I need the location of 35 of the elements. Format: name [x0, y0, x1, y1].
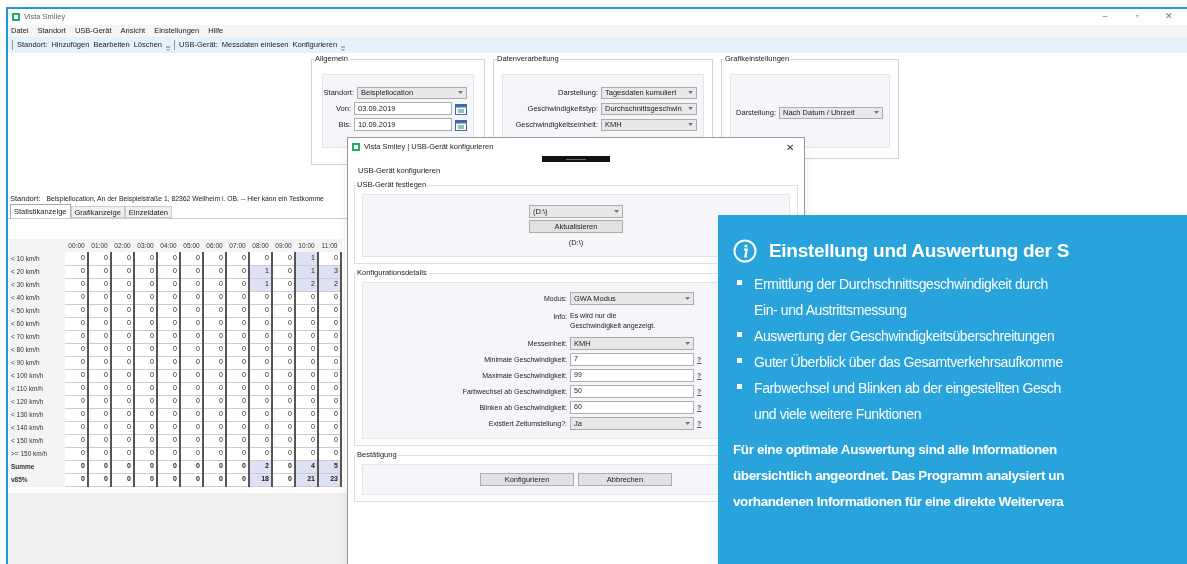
calendar-icon — [455, 118, 467, 131]
bullet-text: Farbwechsel und Blinken ab der eingestellten Gesch — [754, 378, 1061, 398]
paragraph-line: vorhandenen Informationen für eine direkte Weitervera — [733, 492, 1065, 511]
bullet-text: Guter Überblick über das Gesamtverkehrsaufkomme — [754, 352, 1063, 372]
app-icon — [352, 143, 360, 151]
info-icon — [733, 239, 757, 264]
panel-title: Einstellung und Auswertung der S — [769, 239, 1070, 263]
window-control-button[interactable]: ✕ — [1155, 10, 1183, 24]
status-strip — [542, 156, 610, 162]
paragraph-line: Für eine optimale Auswertung sind alle Informationen — [733, 440, 1058, 459]
caret-icon — [685, 342, 690, 346]
close-button[interactable]: ✕ — [780, 139, 800, 155]
bullet-text: und viele weitere Funktionen — [754, 404, 923, 424]
bullet-icon — [737, 331, 742, 337]
bullet-icon — [737, 279, 742, 285]
paragraph-line: übersichtlich angeordnet. Das Programm analysiert un — [733, 466, 1066, 485]
bullet-text: Ermittlung der Durchschnittsgeschwindigkeit durch — [754, 274, 1048, 294]
overflow-icon — [341, 44, 346, 51]
calendar-icon — [455, 102, 467, 115]
overflow-icon — [166, 44, 171, 51]
bullet-icon — [737, 357, 742, 363]
caret-icon — [685, 422, 690, 426]
bullet-text: Ein- und Austrittsmessung — [754, 300, 908, 320]
caret-icon — [874, 111, 879, 114]
caret-icon — [614, 210, 619, 214]
caret-icon — [458, 91, 463, 94]
bullet-text: Auswertung der Geschwindigkeitsüberschreitungen — [754, 326, 1055, 346]
app-icon — [12, 13, 20, 21]
window-control-button[interactable]: – — [1091, 10, 1119, 24]
bullet-icon — [737, 383, 742, 389]
caret-icon — [685, 297, 690, 301]
window-control-button[interactable]: ▫ — [1123, 10, 1151, 24]
caret-icon — [688, 91, 693, 94]
caret-icon — [688, 123, 693, 126]
caret-icon — [688, 107, 693, 110]
